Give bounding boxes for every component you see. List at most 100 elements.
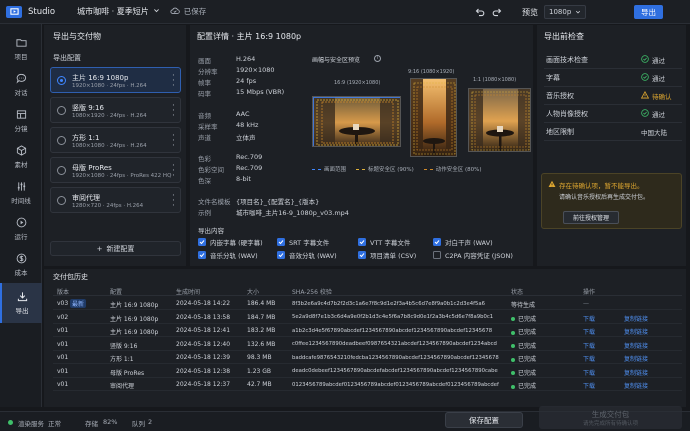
preset-item[interactable]: 审阅代理 1280×720 · 24fps · H.264 · · · [50, 187, 181, 213]
kv-codec: 画面 H.264 [198, 55, 256, 65]
presets-label: 导出配置 [53, 54, 81, 62]
row-size: 183.2 MB [247, 327, 276, 334]
output-checkbox[interactable]: 内嵌字幕 (硬字幕) [198, 237, 263, 247]
table-row: v02 主片 16:9 1080p 2024-05-18 13:58 184.7 MB… [53, 311, 682, 324]
checkbox-checked-icon [198, 238, 206, 246]
row-time: 2024-05-18 12:41 [176, 327, 231, 334]
more-vertical-icon[interactable]: · · · [172, 102, 176, 121]
redo-button[interactable] [491, 6, 503, 18]
download-link[interactable]: 下载 [583, 354, 595, 363]
output-checkbox[interactable]: 项目清单 (CSV) [358, 250, 416, 260]
download-link[interactable]: 下载 [583, 341, 595, 350]
output-checkbox[interactable]: 音乐分轨 (WAV) [198, 250, 258, 260]
checkbox-checked-icon [198, 251, 206, 259]
redo-icon [492, 8, 502, 17]
sidebar-item-assets[interactable]: 素材 [0, 139, 42, 175]
more-vertical-icon[interactable]: · · · [172, 192, 176, 211]
copy-link[interactable]: 复制链接 [624, 368, 648, 377]
row-size: 184.7 MB [247, 313, 276, 321]
check-circle-icon [641, 54, 649, 65]
row-version: v01 [57, 381, 69, 388]
check-circle-icon [641, 108, 649, 119]
frame-preview-9x16 [410, 78, 457, 157]
row-config: 主片 16:9 1080p [110, 302, 159, 309]
sidebar-item-label: 运行 [14, 233, 28, 241]
kv-filename-template: 文件名模板 {项目名}_{配置名}_{版本} [198, 198, 320, 206]
status-dot-icon [511, 384, 515, 389]
output-checkbox[interactable]: VTT 字幕文件 [358, 237, 410, 247]
export-button[interactable]: 导出 [634, 5, 663, 19]
project-switcher[interactable]: 城市咖啡 · 夏季短片 [77, 6, 160, 17]
chat-icon [16, 73, 26, 84]
row-time: 2024-05-18 12:37 [176, 381, 231, 388]
goto-license-button[interactable]: 前往授权管理 [563, 211, 619, 224]
radio[interactable] [57, 136, 66, 145]
sidebar-item-run[interactable]: 运行 [0, 211, 42, 247]
preset-item[interactable]: 主片 16:9 1080p 1920×1080 · 24fps · H.264 … [50, 67, 181, 93]
copy-link[interactable]: 复制链接 [624, 381, 648, 390]
output-checkbox[interactable]: 对白干声 (WAV) [433, 237, 493, 247]
sidebar-item-cost[interactable]: 成本 [0, 247, 42, 283]
copy-link[interactable]: 复制链接 [624, 354, 648, 363]
resolution-select[interactable]: 1080p [544, 5, 586, 19]
check-label: 音乐授权 [546, 91, 574, 100]
download-link[interactable]: 下载 [583, 327, 595, 336]
save-config-button[interactable]: 保存配置 [445, 412, 523, 428]
sidebar-item-project[interactable]: 项目 [0, 31, 42, 67]
check-label: 字幕 [546, 73, 560, 82]
check-label: 地区限制 [546, 127, 574, 136]
row-version: v01 [57, 327, 69, 334]
row-version: v03 [57, 300, 69, 307]
folder-icon [15, 39, 27, 47]
street-scene-image [411, 79, 456, 156]
row-size: 98.3 MB [247, 354, 272, 361]
radio[interactable] [57, 106, 66, 115]
copy-link[interactable]: 复制链接 [624, 327, 648, 336]
output-checkbox[interactable]: 音效分轨 (WAV) [277, 250, 337, 260]
status-dot-icon [511, 330, 515, 335]
safe-area-title: 画幅与安全区预览 [312, 57, 361, 64]
checkbox-unchecked-icon [433, 251, 441, 259]
row-size: 186.4 MB [247, 300, 276, 307]
copy-link[interactable]: 复制链接 [624, 314, 648, 323]
new-preset-button[interactable]: + 新建配置 [50, 241, 181, 256]
preset-item[interactable]: 母版 ProRes 1920×1080 · 24fps · ProRes 422… [50, 157, 181, 183]
render-service-label: 渲染服务 [18, 420, 44, 428]
copy-link[interactable]: 复制链接 [624, 341, 648, 350]
storage-label: 存储 [85, 420, 98, 428]
radio[interactable] [57, 196, 66, 205]
sidebar-item-label: 分镜 [14, 125, 28, 133]
undo-button[interactable] [474, 6, 486, 18]
kv-bitrate: 码率 15 Mbps (VBR) [198, 88, 285, 98]
generate-package-button[interactable]: 生成交付包 请先完成所有待确认项 [539, 406, 682, 429]
checkbox-checked-icon [277, 251, 285, 259]
radio-selected[interactable] [57, 76, 66, 85]
sidebar-item-storyboard[interactable]: 分镜 [0, 103, 42, 139]
more-vertical-icon[interactable]: · · · [172, 72, 176, 91]
preset-name: 审阅代理 [72, 194, 100, 202]
download-link[interactable]: 下载 [583, 381, 595, 390]
output-checkbox[interactable]: C2PA 内容凭证 (JSON) [433, 250, 513, 260]
more-vertical-icon[interactable]: · · · [172, 132, 176, 151]
sidebar-item-timeline[interactable]: 时间线 [0, 175, 42, 211]
row-config: 审阅代理 [110, 383, 135, 390]
checks-title: 导出前检查 [544, 32, 584, 41]
check-row: 地区限制 中国大陆 [544, 123, 682, 141]
more-vertical-icon[interactable]: · · · [172, 162, 176, 181]
row-size: 1.23 GB [247, 367, 272, 375]
output-checkbox[interactable]: SRT 字幕文件 [277, 237, 329, 247]
download-link[interactable]: 下载 [583, 368, 595, 377]
preset-item[interactable]: 方形 1:1 1080×1080 · 24fps · H.264 · · · [50, 127, 181, 153]
row-status: 已完成 [511, 327, 536, 336]
radio[interactable] [57, 166, 66, 175]
history-header: 版本 配置 生成时间 大小 SHA-256 校验 状态 操作 [53, 284, 682, 296]
legend-item: 标题安全区 (90%) [356, 165, 414, 173]
sidebar-item-label: 时间线 [11, 197, 31, 205]
sidebar-item-chat[interactable]: 对话 [0, 67, 42, 103]
table-row: v03 最新 主片 16:9 1080p 2024-05-18 14:22 186.4 … [53, 297, 682, 310]
download-link[interactable]: 下载 [583, 314, 595, 323]
kv-bitdepth: 色深 8-bit [198, 175, 251, 185]
sidebar-item-export[interactable]: 导出 [0, 283, 42, 323]
preset-item[interactable]: 竖版 9:16 1080×1920 · 24fps · H.264 · · · [50, 97, 181, 123]
preset-name: 竖版 9:16 [72, 104, 104, 112]
